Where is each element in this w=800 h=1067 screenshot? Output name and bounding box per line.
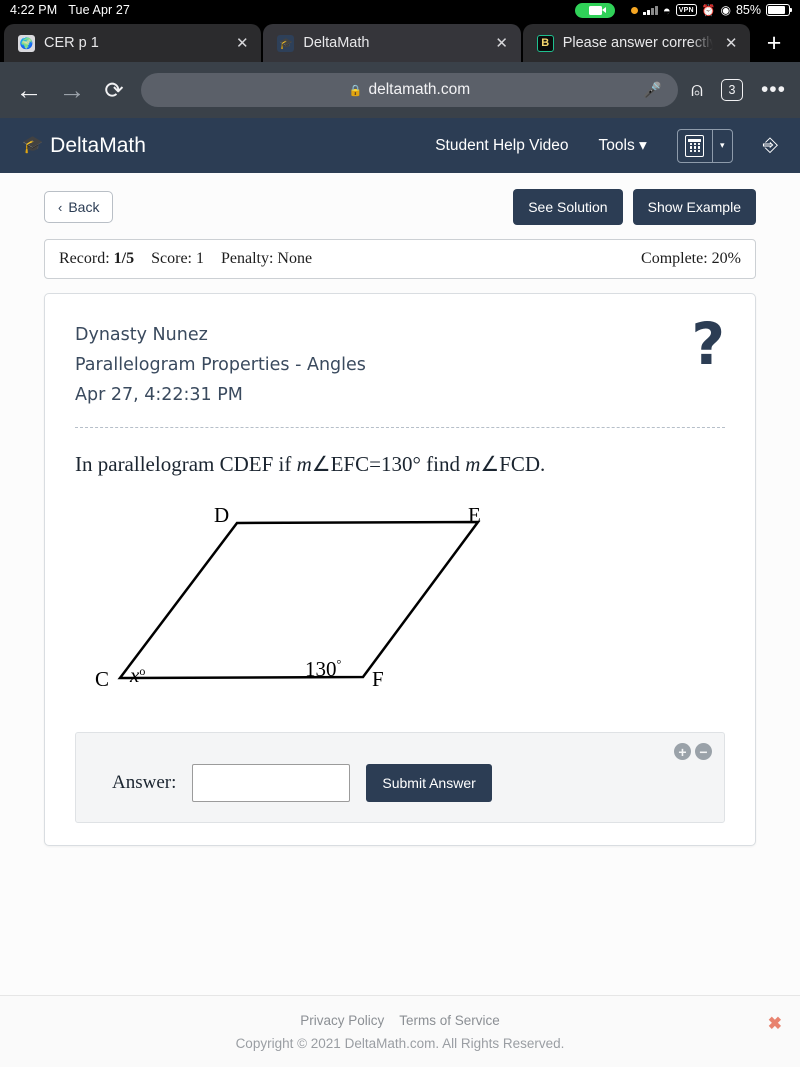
tools-menu[interactable]: Tools ▾ <box>599 136 647 155</box>
show-example-button[interactable]: Show Example <box>632 189 756 225</box>
lock-icon: 🔒 <box>348 84 363 97</box>
wifi-icon: ◓ <box>662 2 671 18</box>
deltamath-icon: 🎓 <box>277 34 295 52</box>
address-bar[interactable]: 🔒 deltamath.com 🎤 <box>141 73 678 107</box>
status-date: Tue Apr 27 <box>68 3 130 17</box>
back-arrow-icon[interactable]: ← <box>14 75 44 106</box>
tab-title: Please answer correctly <box>562 35 714 51</box>
privacy-policy-link[interactable]: Privacy Policy <box>300 1013 384 1028</box>
record-status-bar: Record: 1/5 Score: 1 Penalty: None Compl… <box>44 239 756 279</box>
forward-arrow-icon[interactable]: → <box>57 75 87 106</box>
record-value: 1/5 <box>113 250 135 267</box>
deltamath-navbar: 🎓 DeltaMath Student Help Video Tools ▾ ▾… <box>0 118 800 173</box>
orange-privacy-dot-icon <box>631 6 639 14</box>
close-icon[interactable]: ✖ <box>768 1014 782 1034</box>
back-button-label: Back <box>68 199 100 215</box>
calculator-button[interactable] <box>678 130 712 162</box>
tab-count-button[interactable]: 3 <box>720 79 743 101</box>
brand-name: DeltaMath <box>50 133 146 157</box>
browser-chrome: ← → ⟳ 🔒 deltamath.com 🎤 ⍝ 3 ••• <box>0 62 800 118</box>
ios-status-bar: 4:22 PM Tue Apr 27 ◓ VPN ⏰ ◉ 85% <box>0 0 800 20</box>
problem-meta: Dynasty Nunez Parallelogram Properties -… <box>75 320 366 410</box>
page-content: ‹ Back See Solution Show Example Record:… <box>0 173 800 1067</box>
browser-tab-deltamath[interactable]: 🎓 DeltaMath ✕ <box>263 24 521 62</box>
tools-label: Tools <box>598 137 635 154</box>
graduation-cap-icon: 🎓 <box>22 134 44 154</box>
screen-record-icon <box>575 2 616 18</box>
chevron-down-icon: ▾ <box>639 137 647 154</box>
student-help-video-link[interactable]: Student Help Video <box>435 137 568 155</box>
status-time: 4:22 PM <box>10 3 58 17</box>
score-value: 1 <box>195 250 204 267</box>
divider <box>75 427 725 429</box>
close-icon[interactable]: ✕ <box>493 34 511 52</box>
answer-panel: + − Answer: Submit Answer <box>75 732 725 824</box>
copyright-text: Copyright © 2021 DeltaMath.com. All Righ… <box>235 1035 565 1051</box>
more-options-icon[interactable]: ••• <box>761 78 786 102</box>
figure-zoom-controls: + − <box>674 743 712 761</box>
url-text: deltamath.com <box>368 81 471 98</box>
browser-tab-strip: 🌍 CER p 1 ✕ 🎓 DeltaMath ✕ B Please answe… <box>0 20 800 62</box>
share-icon[interactable]: ⍝ <box>691 79 703 102</box>
back-button[interactable]: ‹ Back <box>44 191 114 223</box>
penalty-stat: Penalty: None <box>220 250 313 267</box>
status-bar-right: ◓ VPN ⏰ ◉ 85% <box>575 2 793 18</box>
see-solution-button[interactable]: See Solution <box>513 189 623 225</box>
assignment-title: Parallelogram Properties - Angles <box>75 355 366 376</box>
complete-stat: Complete: 20% <box>641 250 741 267</box>
penalty-value: None <box>277 250 313 267</box>
vpn-badge-icon: VPN <box>675 4 697 16</box>
problem-card: Dynasty Nunez Parallelogram Properties -… <box>44 293 756 847</box>
score-stat: Score: 1 <box>151 250 204 267</box>
rotation-lock-icon: ◉ <box>720 3 731 17</box>
chevron-left-icon: ‹ <box>58 199 63 215</box>
alarm-clock-icon: ⏰ <box>701 4 716 17</box>
globe-icon: 🌍 <box>18 34 35 52</box>
calculator-icon <box>685 134 705 157</box>
student-name: Dynasty Nunez <box>75 325 208 345</box>
new-tab-button[interactable]: + <box>752 24 796 62</box>
svg-text:E: E <box>468 503 481 527</box>
svg-text:130°: 130° <box>305 657 342 681</box>
close-icon[interactable]: ✕ <box>722 34 740 52</box>
cellular-bars-icon <box>643 5 658 15</box>
deltamath-logo[interactable]: 🎓 DeltaMath <box>22 134 146 158</box>
question-mark-icon[interactable]: ? <box>691 315 725 373</box>
calculator-group[interactable]: ▾ <box>676 128 733 163</box>
svg-text:F: F <box>372 667 384 691</box>
microphone-icon[interactable]: 🎤 <box>643 81 662 99</box>
submit-answer-button[interactable]: Submit Answer <box>366 764 492 803</box>
close-icon[interactable]: ✕ <box>233 34 251 52</box>
calculator-dropdown-icon[interactable]: ▾ <box>711 129 732 162</box>
problem-toolbar: ‹ Back See Solution Show Example <box>0 173 800 225</box>
svg-text:D: D <box>214 503 229 527</box>
problem-prompt: In parallelogram CDEF if m∠EFC=130° find… <box>75 452 546 477</box>
terms-of-service-link[interactable]: Terms of Service <box>399 1013 500 1028</box>
ipad-browser-screen: 4:22 PM Tue Apr 27 ◓ VPN ⏰ ◉ 85% 🌍 CER p… <box>0 0 800 1067</box>
parallelogram-svg: C D E F xo 130° <box>95 503 481 691</box>
reload-icon[interactable]: ⟳ <box>100 77 128 104</box>
tab-title: DeltaMath <box>303 35 370 51</box>
page-footer: Privacy Policy Terms of Service Copyrigh… <box>0 995 800 1067</box>
answer-label: Answer: <box>112 772 177 794</box>
record-stat: Record: 1/5 <box>59 250 135 267</box>
battery-icon <box>766 4 793 16</box>
browser-tab-cer-p-1[interactable]: 🌍 CER p 1 ✕ <box>4 24 262 62</box>
battery-percent: 85% <box>735 3 761 17</box>
zoom-out-icon[interactable]: − <box>695 743 712 761</box>
complete-value: 20% <box>711 250 741 267</box>
tab-title: CER p 1 <box>44 35 99 51</box>
logout-icon[interactable]: ⎆ <box>763 135 778 157</box>
zoom-in-icon[interactable]: + <box>674 743 691 761</box>
bitmoji-icon: B <box>536 34 554 52</box>
svg-text:C: C <box>95 667 109 691</box>
parallelogram-figure: C D E F xo 130° <box>75 491 725 706</box>
svg-text:xo: xo <box>129 663 145 687</box>
browser-tab-please-answer-correctly[interactable]: B Please answer correctly ✕ <box>522 24 751 62</box>
status-bar-left: 4:22 PM Tue Apr 27 <box>10 3 130 17</box>
problem-timestamp: Apr 27, 4:22:31 PM <box>75 385 243 406</box>
answer-input[interactable] <box>192 764 351 803</box>
